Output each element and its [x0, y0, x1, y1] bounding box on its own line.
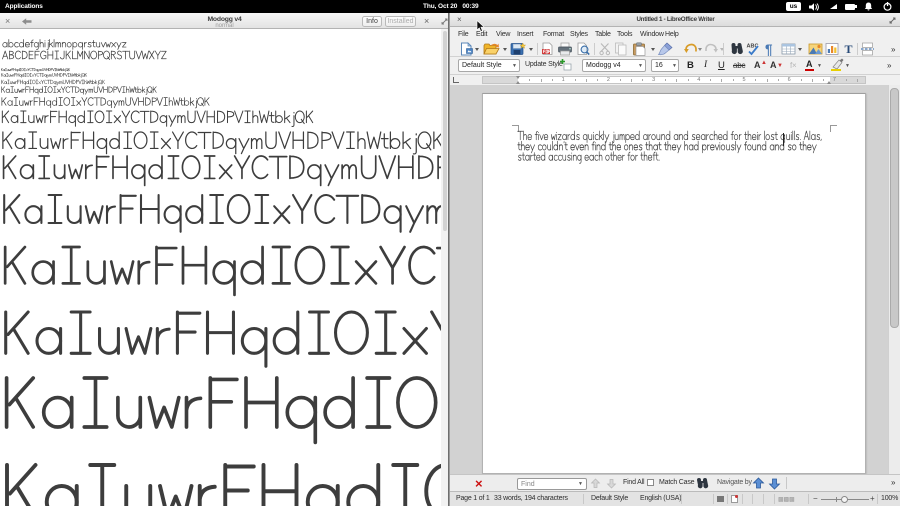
svg-text:¶: ¶: [765, 42, 773, 56]
svg-text:T: T: [845, 42, 853, 56]
